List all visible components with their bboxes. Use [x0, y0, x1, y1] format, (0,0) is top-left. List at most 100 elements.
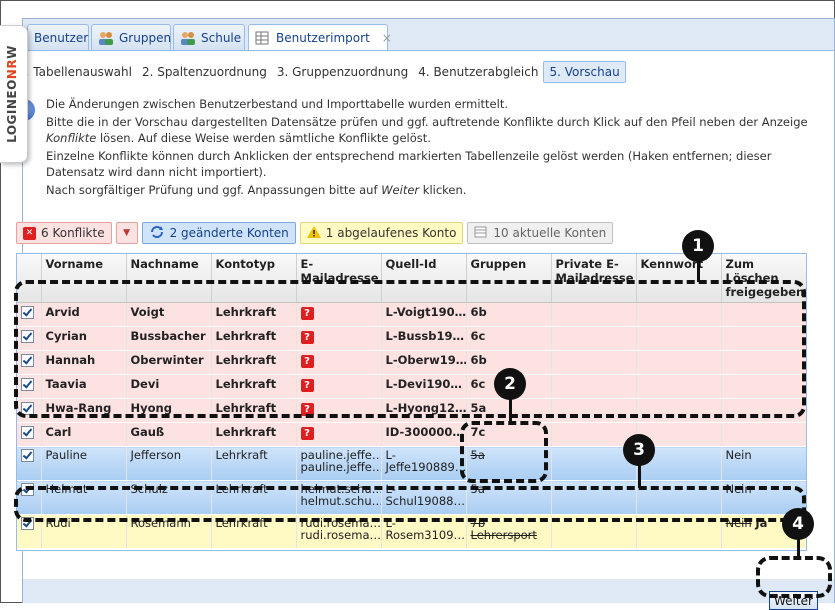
import-table-icon [255, 31, 271, 45]
column-header[interactable]: Quell-Id [381, 254, 467, 303]
annotation-marker-3: 3 [623, 434, 655, 466]
row-checkbox[interactable] [21, 426, 34, 439]
expired-account-filter-button[interactable]: 1 abgelaufenes Konto [299, 222, 464, 244]
cell-kontotyp: Lehrkraft [211, 350, 297, 375]
changed-accounts-filter-button[interactable]: 2 geänderte Konten [141, 222, 296, 244]
tab-gruppen[interactable]: Gruppen [91, 24, 171, 50]
conflict-row[interactable]: Carl Gauß Lehrkraft ? ID-300000… 7c [17, 422, 806, 447]
cell-kontotyp: Lehrkraft [211, 514, 297, 549]
column-header[interactable]: Kennwort [636, 254, 722, 303]
column-header[interactable]: Zum Löschen freigegeben [721, 254, 806, 303]
column-header[interactable]: E-Mailadresse [296, 254, 382, 303]
missing-email-icon: ? [300, 379, 314, 392]
cell-nachname: Schulz [126, 480, 212, 515]
cell-vorname: Hannah [41, 350, 127, 375]
error-icon: ✕ [23, 226, 36, 240]
conflict-row[interactable]: Cyrian Bussbacher Lehrkraft ? L-Bussb19…… [17, 326, 806, 351]
row-checkbox[interactable] [21, 449, 34, 462]
column-header[interactable]: Private E-Mailadresse [551, 254, 637, 303]
annotation-marker-2: 2 [494, 368, 526, 400]
cell-loeschen-new: Ja [755, 516, 768, 530]
cell-kontotyp: Lehrkraft [211, 374, 297, 399]
close-tab-icon[interactable]: × [382, 31, 392, 45]
info-line-1: Die Änderungen zwischen Benutzerbestand … [46, 97, 508, 111]
cell-loeschen-old: Nein [725, 516, 752, 530]
preview-table: Vorname Nachname Kontotyp E-Mailadresse … [16, 253, 807, 551]
cell-quell-id: L-Devi190… [381, 374, 467, 399]
row-checkbox[interactable] [21, 402, 34, 415]
column-header[interactable]: Gruppen [466, 254, 552, 303]
changed-row[interactable]: Pauline Jefferson Lehrkraft pauline.jeff… [17, 446, 806, 481]
cell-quell-id: L-Voigt190… [381, 302, 467, 327]
row-checkbox[interactable] [21, 354, 34, 367]
filter-toolbar: ✕ 6 Konflikte ▼ 2 geänderte Konten 1 abg… [16, 222, 614, 246]
cell-nachname: Hyong [126, 398, 212, 423]
conflict-row[interactable]: Arvid Voigt Lehrkraft ? L-Voigt190… 6b [17, 302, 806, 327]
current-accounts-filter-button[interactable]: 10 aktuelle Konten [467, 222, 614, 244]
cell-vorname: Hwa-Rang [41, 398, 127, 423]
conflict-row[interactable]: Hannah Oberwinter Lehrkraft ? L-Oberw19…… [17, 350, 806, 375]
step-benutzerabgleich[interactable]: 4. Benutzerabgleich [413, 62, 543, 82]
row-checkbox[interactable] [21, 517, 34, 530]
cell-gruppen-removed: Lehrersport [470, 528, 537, 542]
row-checkbox[interactable] [21, 483, 34, 496]
tab-label: Gruppen [119, 30, 172, 45]
step-vorschau[interactable]: 5. Vorschau [543, 61, 626, 83]
conflict-row[interactable]: Hwa-Rang Hyong Lehrkraft ? L-Hyong12… 5a [17, 398, 806, 423]
row-checkbox[interactable] [21, 306, 34, 319]
users-icon [98, 31, 114, 45]
changed-row[interactable]: Helmut Schulz Lehrkraft helmut.schu… helm… [17, 480, 806, 515]
weiter-button[interactable]: Weiter [769, 591, 818, 610]
cell-loeschen: Nein [721, 446, 806, 481]
cell-nachname: Rosemann [126, 514, 212, 549]
cell-email-old: rudi.rosema… [300, 528, 381, 542]
cell-quell-id: ID-300000… [381, 422, 467, 447]
cell-gruppen: 7c [466, 422, 552, 447]
cell-kontotyp: Lehrkraft [211, 422, 297, 447]
tab-label: Benutzer [34, 30, 89, 45]
expired-row[interactable]: Rudi Rosemann Lehrkraft rudi.rosema… rudi… [17, 514, 806, 549]
cell-email-old: helmut.schu… [300, 494, 381, 508]
cell-gruppen: 6b [466, 302, 552, 327]
row-checkbox[interactable] [21, 378, 34, 391]
step-tabellenauswahl[interactable]: 1. Tabellenauswahl [13, 62, 137, 82]
tab-benutzerimport[interactable]: Benutzerimport × [248, 24, 392, 51]
logineo-logo: LOGINEONRW [5, 45, 19, 143]
column-header[interactable]: Vorname [41, 254, 127, 303]
select-column-header[interactable] [17, 254, 42, 303]
missing-email-icon: ? [300, 355, 314, 368]
missing-email-icon: ? [300, 403, 314, 416]
info-line-4: Nach sorgfältiger Prüfung und ggf. Anpas… [46, 183, 467, 197]
resolve-conflicts-dropdown-button[interactable]: ▼ [115, 222, 138, 244]
info-line-3: Einzelne Konflikte können durch Anklicke… [46, 149, 772, 179]
tab-bar: Benutzer Gruppen Schule Benutzerimport × [23, 19, 834, 51]
cell-vorname: Cyrian [41, 326, 127, 351]
tab-benutzer[interactable]: Benutzer [27, 24, 89, 50]
column-header[interactable]: Nachname [126, 254, 212, 303]
tab-label: Benutzerimport [276, 31, 370, 45]
cell-nachname: Oberwinter [126, 350, 212, 375]
cell-nachname: Voigt [126, 302, 212, 327]
cell-gruppen-removed: 5a [470, 482, 485, 496]
step-gruppenzuordnung[interactable]: 3. Gruppenzuordnung [272, 62, 413, 82]
cell-nachname: Devi [126, 374, 212, 399]
tab-schule[interactable]: Schule [173, 24, 245, 50]
refresh-icon [149, 225, 165, 241]
missing-email-icon: ? [300, 307, 314, 320]
row-checkbox[interactable] [21, 330, 34, 343]
missing-email-icon: ? [300, 331, 314, 344]
step-spaltenzuordnung[interactable]: 2. Spaltenzuordnung [137, 62, 272, 82]
cell-email-old: pauline.jeffe… [300, 460, 381, 474]
missing-email-icon: ? [300, 427, 314, 440]
cell-quell-id: L-Bussb19… [381, 326, 467, 351]
cell-quell-id: L-Hyong12… [381, 398, 467, 423]
info-line-2: Bitte die in der Vorschau dargestellten … [46, 115, 808, 145]
footer-bar [23, 579, 834, 603]
chevron-down-icon: ▼ [123, 228, 131, 238]
conflicts-filter-button[interactable]: ✕ 6 Konflikte [16, 222, 112, 244]
conflict-row[interactable]: Taavia Devi Lehrkraft ? L-Devi190… 6c [17, 374, 806, 399]
logineo-logo-tab[interactable]: LOGINEONRW [0, 25, 28, 163]
column-header[interactable]: Kontotyp [211, 254, 297, 303]
cell-kontotyp: Lehrkraft [211, 446, 297, 481]
cell-vorname: Helmut [41, 480, 127, 515]
